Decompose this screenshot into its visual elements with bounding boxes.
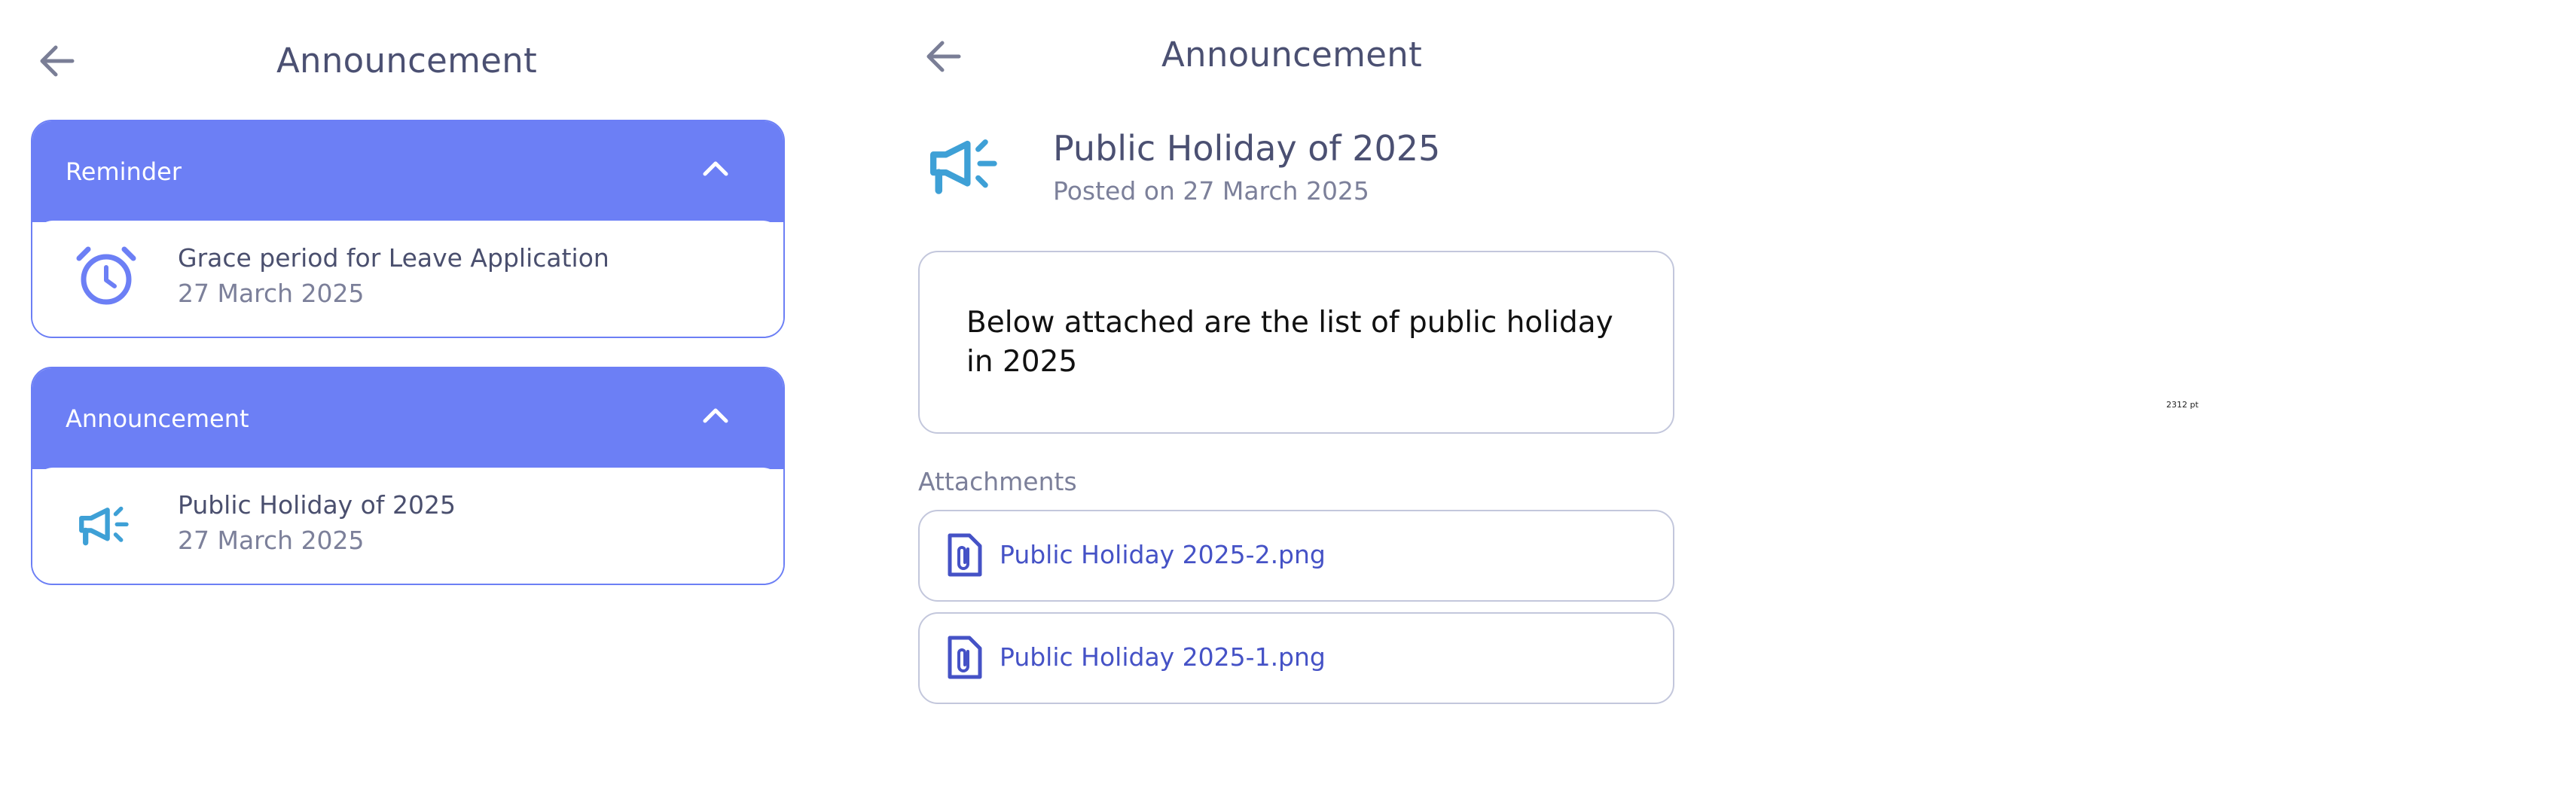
- item-title: Grace period for Leave Application: [178, 243, 609, 273]
- announcement-section: Announcement Public Holiday of 2025 27 M…: [31, 367, 785, 585]
- attachment-item[interactable]: Public Holiday 2025-1.png: [918, 612, 1674, 704]
- attachments-label: Attachments: [918, 467, 1077, 496]
- alarm-clock-icon: [76, 246, 136, 305]
- size-label: 2312 pt: [2166, 400, 2199, 410]
- arrow-left-icon: [40, 45, 75, 77]
- attachment-item[interactable]: Public Holiday 2025-2.png: [918, 510, 1674, 602]
- section-label: Reminder: [66, 157, 182, 186]
- arrow-left-icon: [926, 41, 961, 72]
- page-title: Announcement: [276, 41, 538, 81]
- post-date: Posted on 27 March 2025: [1053, 176, 1369, 206]
- chevron-up-icon[interactable]: [700, 404, 731, 427]
- paperclip-file-icon: [948, 636, 982, 679]
- reminder-section: Reminder Grace period for Leave Applicat…: [31, 120, 785, 338]
- back-button[interactable]: [36, 42, 78, 80]
- page-title: Announcement: [1161, 35, 1423, 75]
- reminder-section-header[interactable]: Reminder: [32, 121, 783, 222]
- attachment-name[interactable]: Public Holiday 2025-2.png: [1000, 540, 1326, 569]
- item-date: 27 March 2025: [178, 279, 365, 308]
- megaphone-icon: [929, 139, 997, 194]
- post-body-card: Below attached are the list of public ho…: [918, 251, 1674, 434]
- item-date: 27 March 2025: [178, 526, 365, 555]
- megaphone-icon: [79, 506, 129, 546]
- post-body-text: Below attached are the list of public ho…: [966, 306, 1613, 379]
- list-item[interactable]: Grace period for Leave Application 27 Ma…: [32, 221, 783, 334]
- list-item[interactable]: Public Holiday of 2025 27 March 2025: [32, 468, 783, 581]
- post-title: Public Holiday of 2025: [1053, 128, 1441, 169]
- item-title: Public Holiday of 2025: [178, 490, 456, 520]
- paperclip-file-icon: [948, 533, 982, 577]
- attachment-name[interactable]: Public Holiday 2025-1.png: [1000, 642, 1326, 672]
- section-label: Announcement: [66, 404, 249, 433]
- announcement-section-header[interactable]: Announcement: [32, 368, 783, 469]
- chevron-up-icon[interactable]: [700, 157, 731, 180]
- back-button[interactable]: [923, 38, 965, 75]
